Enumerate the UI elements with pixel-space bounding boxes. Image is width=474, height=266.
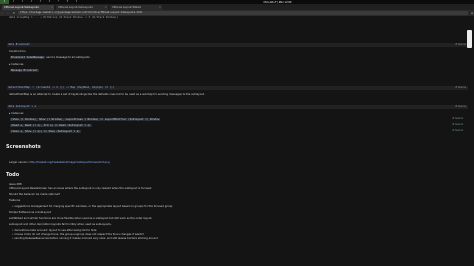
instance-code[interactable]: (Show (l Window), Show (l Window), Layou… xyxy=(10,118,161,122)
constructor-code[interactable]: Broadcast SomeMessage xyxy=(10,56,45,60)
defaultsublmap-description: defaultSublMap is an attempt to create a… xyxy=(9,93,205,96)
broadcast-instance: Message Broadcast xyxy=(10,69,39,73)
page-content: data GroupMsg = ... | WithGroup (W.Stack… xyxy=(0,16,474,266)
instance-row: (Show a, Show (l a)) => Show (Sublayout … xyxy=(10,129,465,134)
source-link[interactable]: # Source xyxy=(452,123,463,127)
menu-icon[interactable]: ≡ xyxy=(470,11,474,15)
back-icon[interactable]: ‹ xyxy=(0,11,4,15)
source-link[interactable]: # Source xyxy=(455,43,466,47)
broadcast-constructor: Broadcast SomeMessage send a message to … xyxy=(10,56,90,60)
defaultsublmap-definition: defaultSublMap :: (ScreenId -> X ()) -> … xyxy=(7,86,468,90)
todo-paragraph: Should the behavior be made optional? xyxy=(9,193,61,196)
instance-code[interactable]: (Show a, Show (l a)) => Show (Sublayout … xyxy=(10,130,81,134)
source-link[interactable]: # Source xyxy=(452,117,463,121)
source-link[interactable]: # Source xyxy=(455,105,466,109)
todo-paragraph: subTabbed and similar functions are more… xyxy=(9,217,153,220)
todo-heading: Todo xyxy=(6,172,20,178)
screenshot-link[interactable]: http://haskell.org/haskellwiki/Image:Sub… xyxy=(29,161,109,164)
definition-signature: data Sublayout l a xyxy=(8,105,37,109)
todo-bullet: sending ReleaseResources before running … xyxy=(12,237,157,240)
broadcast-definition: data Broadcast # Source xyxy=(7,43,468,47)
instances-label: ▸ Instances xyxy=(9,63,24,66)
definition-signature: data Broadcast xyxy=(8,43,30,47)
definition-signature: defaultSublMap :: (ScreenId -> X ()) -> … xyxy=(8,86,115,90)
reload-icon[interactable]: ↻ xyxy=(12,11,16,15)
instance-code[interactable]: Message Broadcast xyxy=(10,69,39,73)
todo-paragraph: subLayout and other decoration layouts f… xyxy=(9,223,112,226)
instance-row: (Read a, Read (l a), Ord a) => Read (Sub… xyxy=(10,123,465,128)
instance-code[interactable]: (Read a, Read (l a), Ord a) => Read (Sub… xyxy=(10,124,92,128)
source-link[interactable]: # Source xyxy=(455,86,466,90)
todo-paragraph: XMonad.Layout.ResizeScreen has an issue … xyxy=(9,187,153,190)
forward-icon[interactable]: › xyxy=(6,11,10,15)
address-bar[interactable]: https://hackage.haskell.org/package/xmon… xyxy=(18,11,468,15)
feature-item: suggestions management for merging speci… xyxy=(12,205,172,208)
previous-definition-line: data GroupMsg = ... | WithGroup (W.Stack… xyxy=(9,16,119,19)
todo-bullet: mouse clicks do not change focus, the gr… xyxy=(12,233,144,236)
instance-row: (Show (l Window), Show (l Window), Layou… xyxy=(10,117,465,122)
constructors-label: Constructors xyxy=(9,50,26,53)
todo-bullet: decorations take account: layout to use … xyxy=(12,229,96,232)
constructor-description: send a message to all sublayouts xyxy=(46,56,90,59)
features-label: Features xyxy=(9,199,21,202)
todo-paragraph: Simple flattened as a SubLayout xyxy=(9,211,52,214)
scrollbar-thumb[interactable] xyxy=(467,30,472,48)
instances-label: ▸ Instances xyxy=(9,112,24,115)
screenshot-link-line: Larger version: http://haskell.org/haske… xyxy=(9,161,110,164)
source-link[interactable]: # Source xyxy=(452,129,463,133)
todo-paragraph: Issue 288 xyxy=(9,183,22,186)
screenshots-heading: Screenshots xyxy=(6,144,41,150)
sublayout-definition: data Sublayout l a # Source xyxy=(7,105,468,109)
